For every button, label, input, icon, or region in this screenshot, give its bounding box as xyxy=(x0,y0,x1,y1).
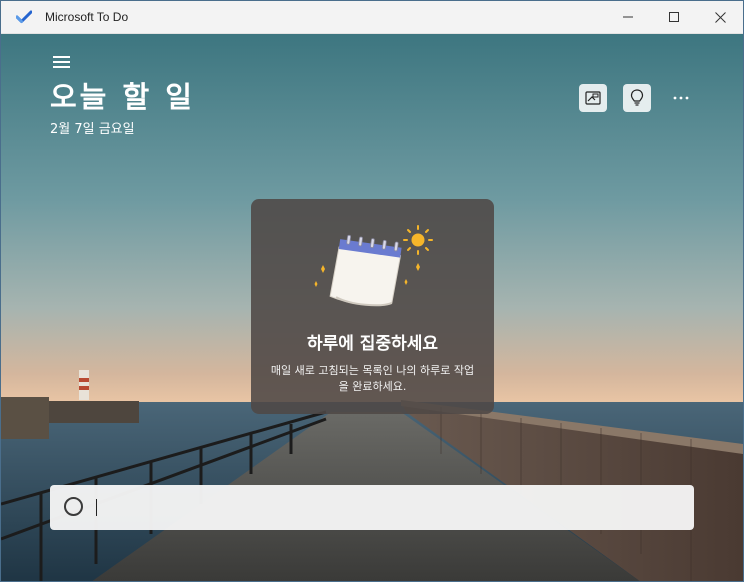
suggestions-button[interactable] xyxy=(623,84,651,112)
task-circle-icon xyxy=(64,497,83,516)
minimize-button[interactable] xyxy=(605,1,651,33)
add-task-bar[interactable] xyxy=(50,485,694,530)
maximize-button[interactable] xyxy=(651,1,697,33)
app-window: Microsoft To Do 오늘 할 일 2월 7일 금요일 하루에 집중하… xyxy=(0,0,744,582)
focus-description: 매일 새로 고침되는 목록인 나의 하루로 작업을 완료하세요. xyxy=(270,364,475,393)
change-background-button[interactable] xyxy=(579,84,607,112)
close-icon xyxy=(714,11,726,23)
calendar-sun-icon xyxy=(314,225,433,307)
todo-check-icon xyxy=(16,10,32,23)
text-caret xyxy=(96,499,97,516)
background-picture-icon xyxy=(585,91,601,105)
focus-heading: 하루에 집중하세요 xyxy=(306,334,439,354)
title-bar: Microsoft To Do xyxy=(1,1,743,34)
window-title: Microsoft To Do xyxy=(45,10,129,24)
focus-card: 하루에 집중하세요 매일 새로 고침되는 목록인 나의 하루로 작업을 완료하세… xyxy=(251,199,494,414)
add-task-input[interactable] xyxy=(94,495,678,521)
more-icon xyxy=(673,96,689,100)
lightbulb-icon xyxy=(630,89,644,106)
maximize-icon xyxy=(669,12,679,22)
page-title: 오늘 할 일 xyxy=(50,80,195,114)
more-options-button[interactable] xyxy=(668,88,694,108)
page-date: 2월 7일 금요일 xyxy=(50,122,135,137)
hamburger-menu-icon[interactable] xyxy=(53,55,71,69)
minimize-icon xyxy=(623,16,633,18)
close-button[interactable] xyxy=(697,1,743,33)
